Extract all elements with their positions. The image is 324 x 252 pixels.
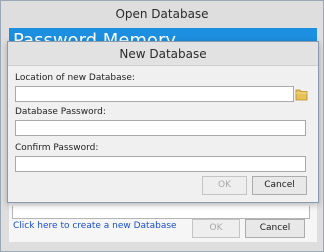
dialog-titlebar: New Database: [8, 42, 318, 66]
location-label: Location of new Database:: [15, 73, 135, 83]
location-input[interactable]: [15, 86, 294, 102]
database-list-field[interactable]: [12, 206, 310, 219]
password-input[interactable]: [15, 120, 306, 136]
browse-folder-button[interactable]: [295, 86, 308, 102]
dialog-cancel-button[interactable]: Cancel: [252, 176, 307, 195]
confirm-password-input[interactable]: [15, 156, 306, 172]
cancel-button[interactable]: Cancel: [245, 219, 305, 238]
confirm-password-label: Confirm Password:: [15, 143, 99, 153]
create-database-link[interactable]: Click here to create a new Database: [13, 219, 177, 233]
folder-icon: [295, 89, 308, 101]
dialog-ok-button[interactable]: OK: [202, 176, 247, 195]
dialog-title: New Database: [119, 47, 207, 61]
new-database-dialog: New Database Location of new Database: D…: [7, 41, 319, 203]
window-title: Open Database: [115, 7, 209, 21]
ok-button[interactable]: OK: [192, 219, 240, 238]
password-label: Database Password:: [15, 107, 106, 117]
